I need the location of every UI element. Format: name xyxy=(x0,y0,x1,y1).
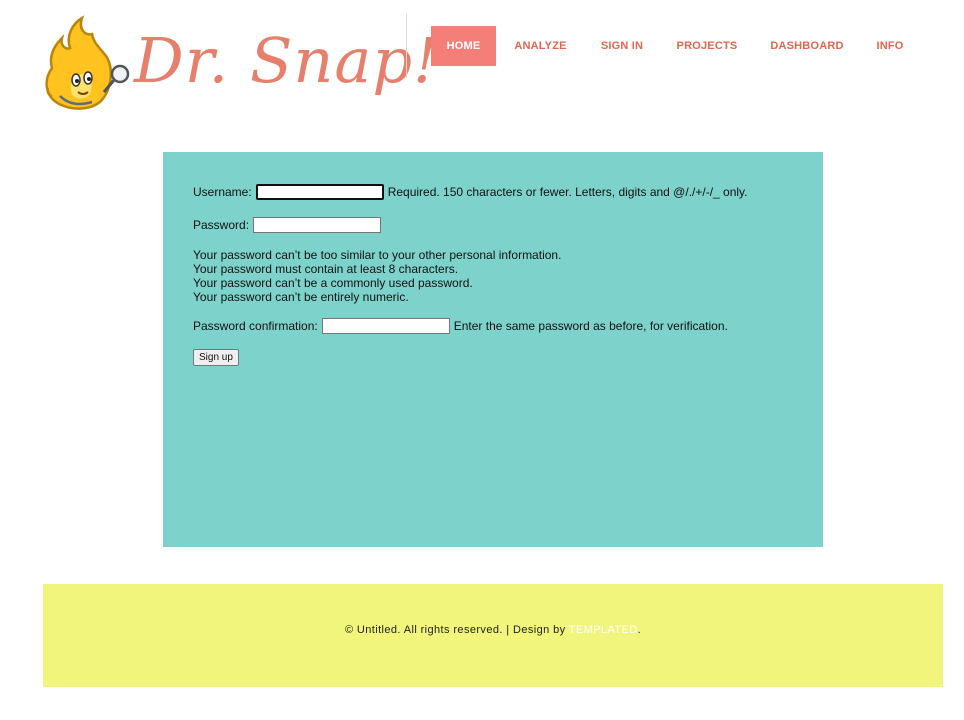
flame-mascot-icon xyxy=(45,15,130,110)
password-hint: Your password can’t be a commonly used p… xyxy=(193,276,473,290)
password-input[interactable] xyxy=(253,217,382,233)
password-hint: Your password must contain at least 8 ch… xyxy=(193,262,459,276)
site-logo[interactable]: Dr. Snap! xyxy=(42,14,438,112)
nav-sign-in[interactable]: SIGN IN xyxy=(585,26,659,66)
password-hint: Your password can’t be too similar to yo… xyxy=(193,248,562,262)
password-confirm-row: Password confirmation: Enter the same pa… xyxy=(193,318,728,334)
nav-home[interactable]: HOME xyxy=(431,26,496,66)
nav-projects[interactable]: PROJECTS xyxy=(659,26,755,66)
header-divider xyxy=(406,14,407,78)
sign-up-button[interactable]: Sign up xyxy=(193,349,239,366)
password-hint: Your password can’t be entirely numeric. xyxy=(193,290,409,304)
password-label: Password: xyxy=(193,218,250,232)
password-confirm-input[interactable] xyxy=(321,318,450,334)
footer-end: . xyxy=(637,624,642,636)
username-label: Username: xyxy=(193,185,252,199)
password-help-list: Your password can’t be too similar to yo… xyxy=(193,248,561,304)
username-row: Username: Required. 150 characters or fe… xyxy=(193,184,748,200)
footer: © Untitled. All rights reserved. | Desig… xyxy=(43,584,943,687)
nav-analyze[interactable]: ANALYZE xyxy=(496,26,585,66)
password-confirm-help: Enter the same password as before, for v… xyxy=(453,319,728,333)
templated-link[interactable]: TEMPLATED xyxy=(569,624,638,636)
password-confirm-label: Password confirmation: xyxy=(193,319,318,333)
nav-dashboard[interactable]: DASHBOARD xyxy=(755,26,859,66)
logo-wordmark: Dr. Snap! xyxy=(134,24,439,97)
password-row: Password: xyxy=(193,217,382,233)
username-help: Required. 150 characters or fewer. Lette… xyxy=(387,185,748,199)
signup-form-panel: Username: Required. 150 characters or fe… xyxy=(163,152,823,547)
nav-info[interactable]: INFO xyxy=(859,26,921,66)
footer-copyright-text: © Untitled. All rights reserved. | Desig… xyxy=(344,624,569,636)
footer-copyright: © Untitled. All rights reserved. | Desig… xyxy=(43,624,943,636)
username-input[interactable] xyxy=(255,184,384,200)
main-nav: HOME ANALYZE SIGN IN PROJECTS DASHBOARD … xyxy=(431,26,921,66)
